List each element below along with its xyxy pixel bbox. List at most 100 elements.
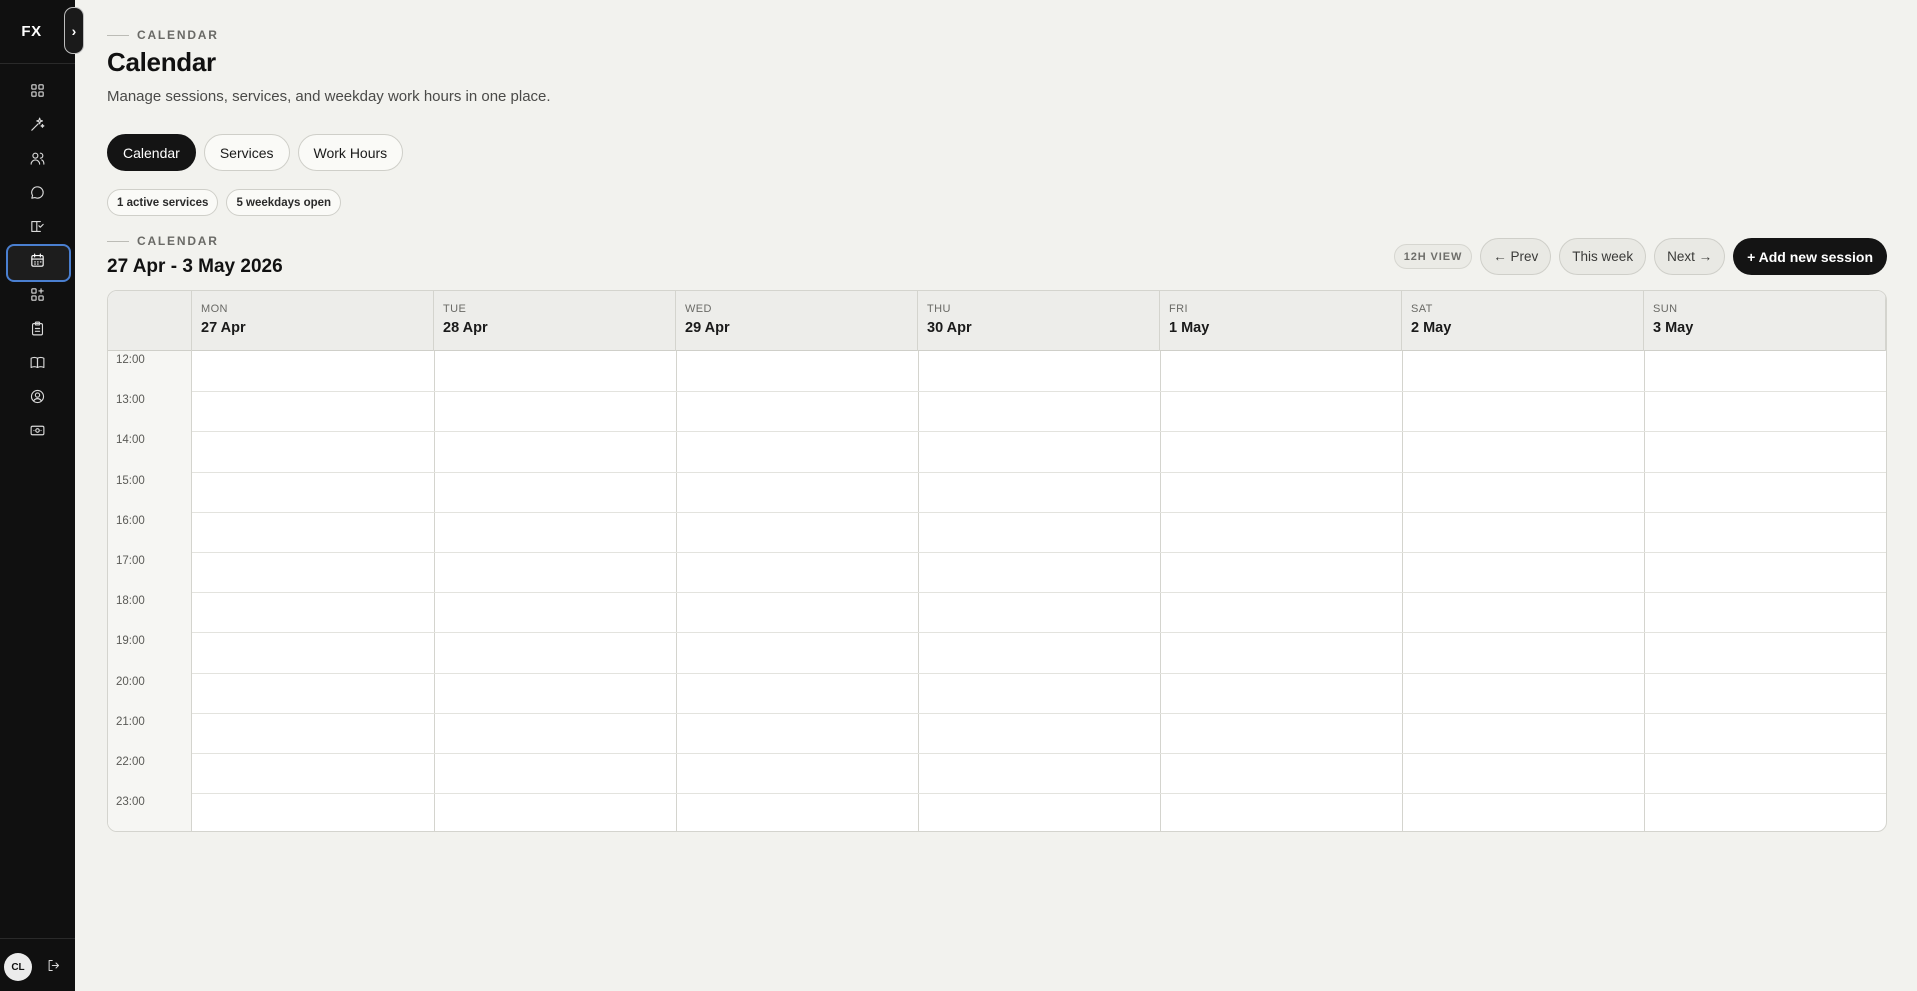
hour-slot-divider [192,511,1886,513]
sidebar-item-profile[interactable] [0,379,75,413]
sidebar-toggle-button[interactable]: › [64,7,84,54]
eyebrow-line [107,34,129,36]
sidebar-item-calendar[interactable] [0,243,75,282]
hour-slot-divider [192,592,1886,594]
chevron-right-icon: › [71,22,77,39]
day-date: 3 May [1653,320,1694,336]
hour-label: 13:00 [116,394,145,407]
sidebar-footer: CL [0,938,75,991]
page-eyebrow: CALENDAR [107,28,219,42]
eyebrow-line [107,240,129,242]
week-calendar-grid: MON 27 Apr TUE 28 Apr WED 29 Apr THU 30 Apr FRI 1… [107,290,1887,832]
logout-button[interactable] [46,958,63,975]
hour-label: 22:00 [116,756,145,768]
sidebar-item-clients[interactable] [0,141,75,175]
hour-label: 18:00 [116,595,145,608]
page-eyebrow-text: CALENDAR [137,28,219,42]
hour-slot-divider [192,391,1886,393]
day-header-sun: SUN 3 May [1644,291,1886,351]
calendar-header-row: MON 27 Apr TUE 28 Apr WED 29 Apr THU 30 Apr FRI 1… [108,291,1886,351]
page-subtitle: Manage sessions, services, and weekday w… [107,88,551,105]
hour-label: 17:00 [116,555,145,567]
day-date: 2 May [1411,320,1452,336]
hour-slot-divider [192,712,1886,714]
day-header-mon: MON 27 Apr [192,291,434,351]
widgets-icon [31,287,44,301]
sidebar-nav [0,73,75,447]
day-of-week: FRI [1169,303,1188,315]
hour-label: 15:00 [116,474,145,487]
tab-services[interactable]: Services [203,134,290,171]
hour-label: 16:00 [116,514,145,527]
day-header-tue: TUE 28 Apr [434,291,676,351]
hour-slot-divider [192,793,1886,795]
day-date: 29 Apr [685,320,730,336]
this-week-button[interactable]: This week [1559,238,1647,275]
sidebar-item-payments[interactable] [0,413,75,447]
day-date: 1 May [1169,320,1210,336]
day-date: 30 Apr [927,320,972,336]
calendar-eyebrow-text: CALENDAR [137,234,219,248]
calendar-controls: 12H VIEW ← Prev This week Next → + Add n… [1393,238,1887,275]
hour-slot-divider [192,431,1886,433]
sidebar-item-widgets[interactable] [0,277,75,311]
week-range-title: 27 Apr - 3 May 2026 [107,256,283,277]
day-of-week: THU [927,303,951,315]
day-of-week: WED [685,303,712,315]
hour-label: 14:00 [116,434,145,447]
tab-bar: Calendar Services Work Hours [107,134,404,171]
sidebar-item-dashboard[interactable] [0,73,75,107]
sidebar-item-tasks[interactable] [0,311,75,345]
prev-week-button[interactable]: ← Prev [1480,238,1552,275]
avatar[interactable]: CL [4,953,32,981]
checklist-book-icon [31,220,44,232]
users-icon [30,152,45,165]
clipboard-icon [31,321,44,335]
dashboard-icon [31,83,44,97]
view-mode-badge: 12H VIEW [1393,244,1473,269]
brand-logo-text: FX [21,23,42,40]
summary-badges: 1 active services 5 weekdays open [107,189,342,216]
sidebar-item-ai[interactable] [0,107,75,141]
hour-label: 23:00 [116,796,145,809]
sidebar: FX › CL [0,0,84,991]
time-gutter-header [108,291,192,351]
book-open-icon [30,356,45,368]
tab-calendar[interactable]: Calendar [107,134,196,171]
sparkle-icon [31,117,45,131]
page-title: Calendar [107,47,216,77]
day-header-thu: THU 30 Apr [918,291,1160,351]
hour-label: 21:00 [116,715,145,728]
tab-work-hours[interactable]: Work Hours [297,134,404,171]
hour-label: 20:00 [116,675,145,688]
sidebar-item-messages[interactable] [0,175,75,209]
chat-icon [31,185,44,199]
hour-slot-divider [192,632,1886,634]
add-session-button[interactable]: + Add new session [1733,238,1887,275]
logout-icon [48,960,59,971]
day-date: 27 Apr [201,320,246,336]
day-date: 28 Apr [443,320,488,336]
hour-slot-divider [192,672,1886,674]
day-header-fri: FRI 1 May [1160,291,1402,351]
hour-slot-divider [192,552,1886,553]
cash-icon [30,425,45,435]
calendar-body: 12:00 13:00 14:00 15:00 16:00 17:00 18:00 19:00… [108,351,1886,831]
active-services-badge: 1 active services [107,189,219,216]
day-of-week: SAT [1411,303,1433,315]
weekdays-open-badge: 5 weekdays open [226,189,342,216]
hour-label: 19:00 [116,635,145,648]
hour-slot-divider [192,753,1886,754]
day-of-week: SUN [1653,303,1678,315]
sidebar-item-programs[interactable] [0,209,75,243]
hour-label: 12:00 [116,354,145,366]
sidebar-item-library[interactable] [0,345,75,379]
day-of-week: TUE [443,303,467,315]
day-header-wed: WED 29 Apr [676,291,918,351]
calendar-eyebrow: CALENDAR [107,234,219,248]
user-circle-icon [30,389,45,403]
day-of-week: MON [201,303,228,315]
sidebar-divider [0,63,75,64]
calendar-icon [31,253,44,267]
next-week-button[interactable]: Next → [1654,238,1726,275]
